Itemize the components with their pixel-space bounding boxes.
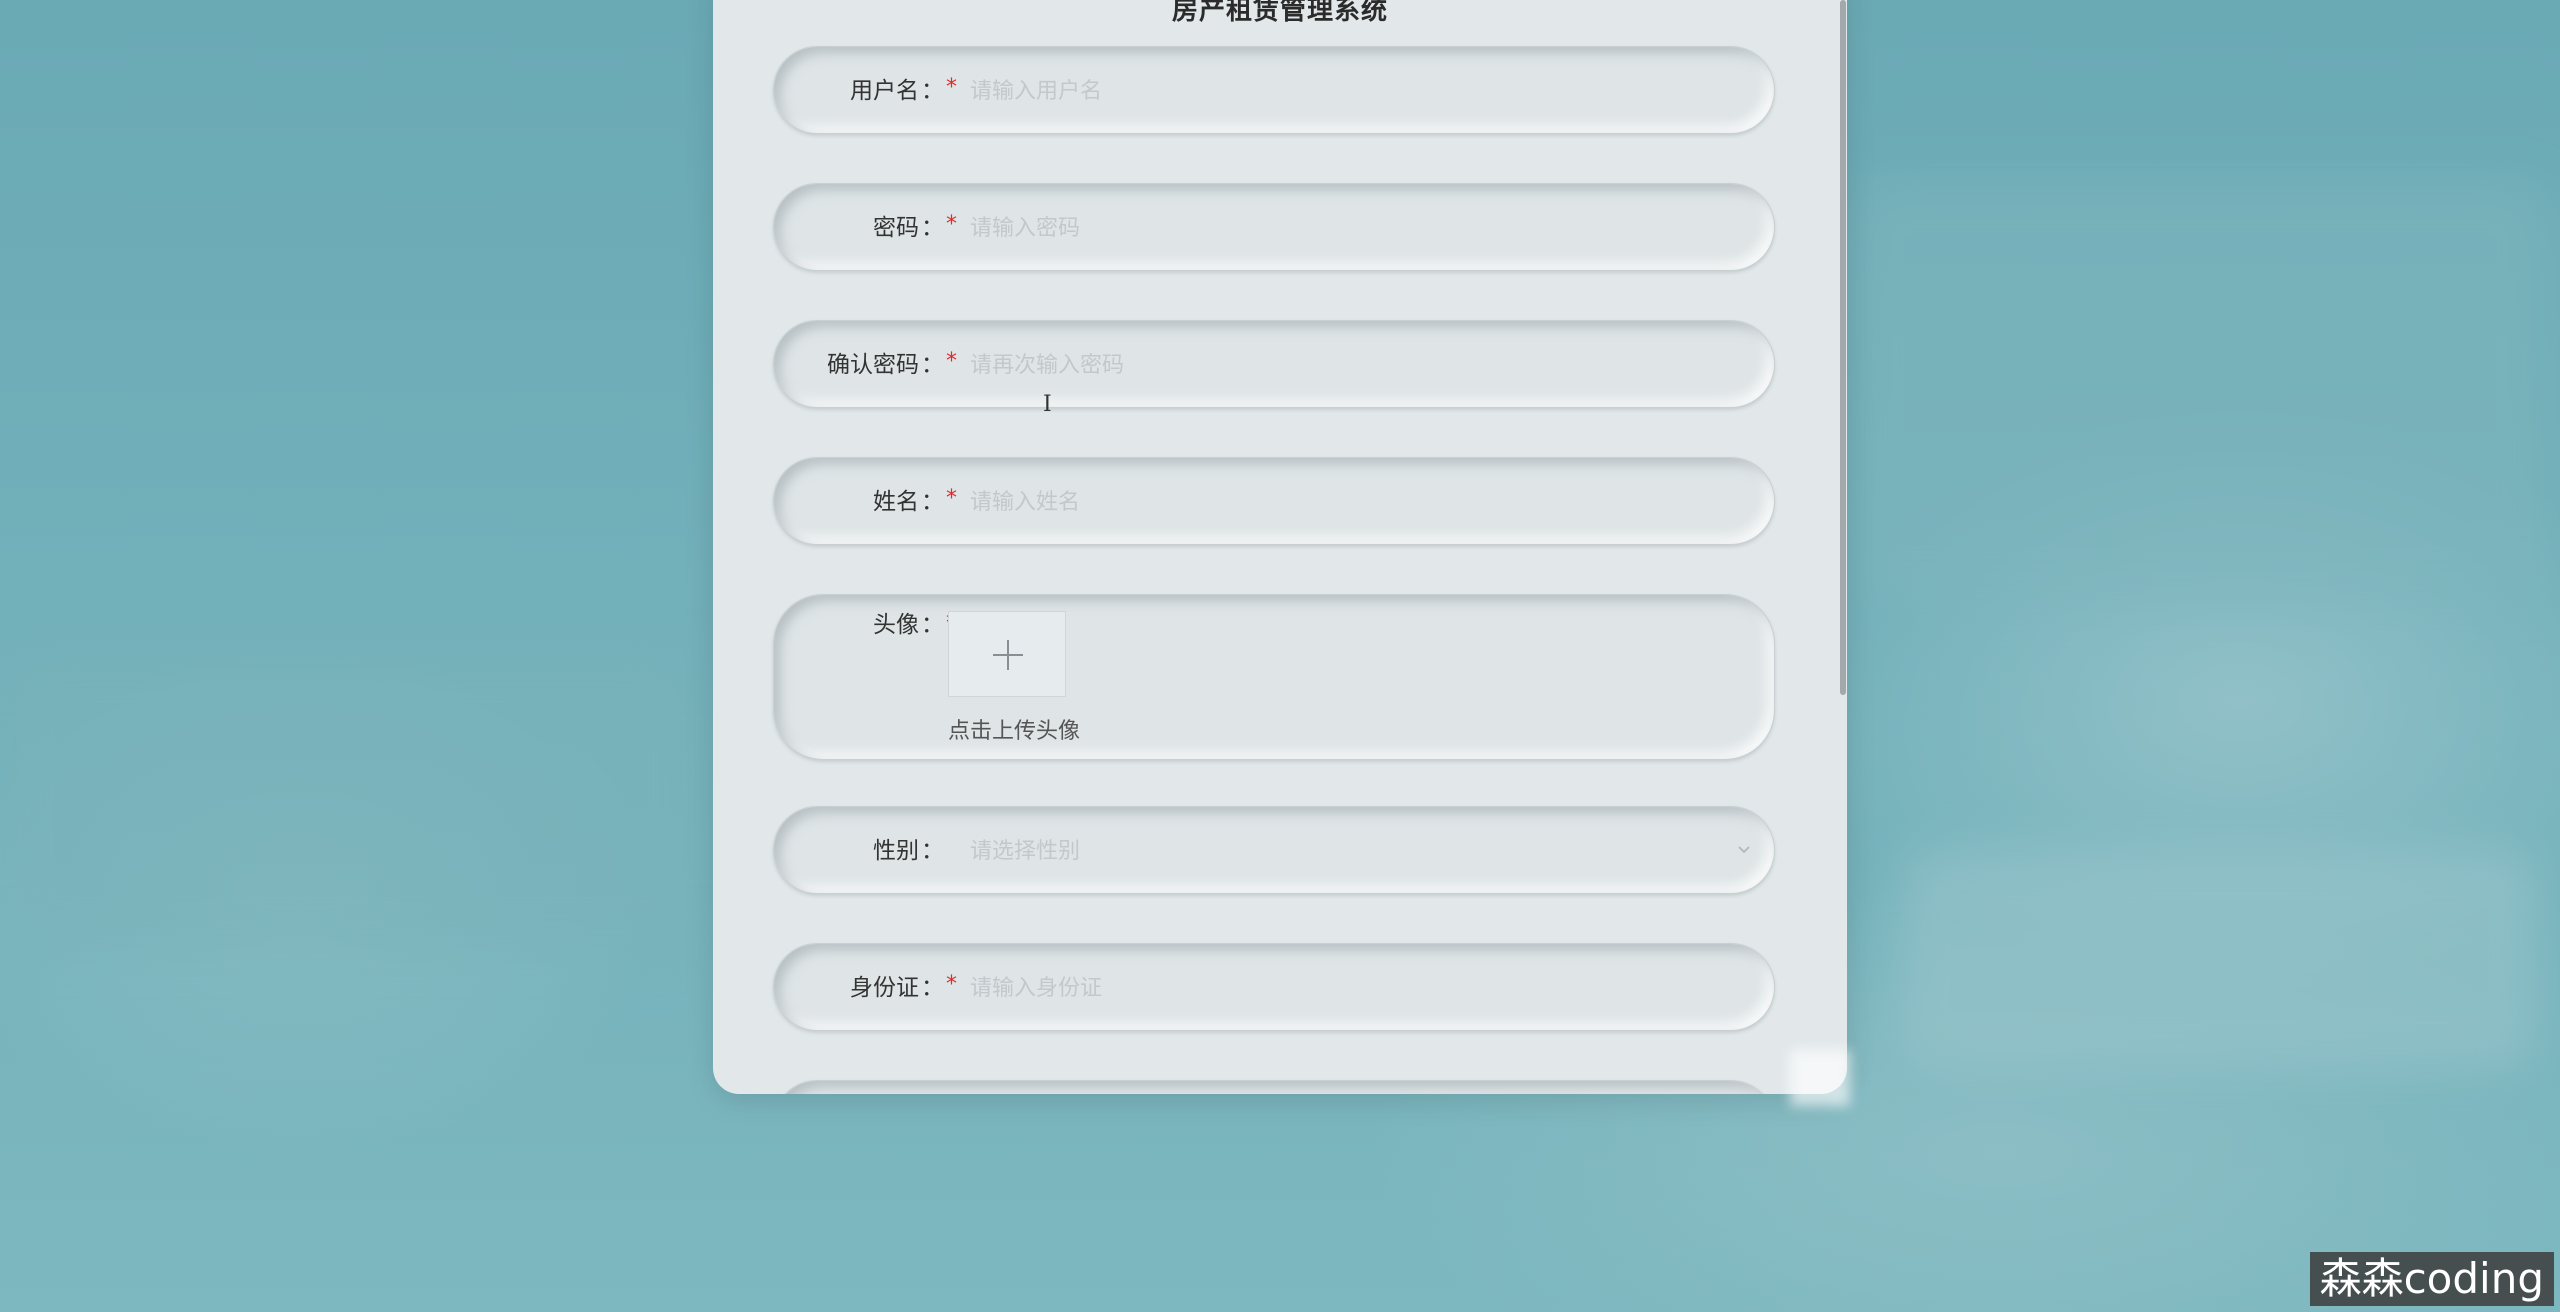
next-form-item xyxy=(773,1080,1775,1094)
username-form-item: 用户名： * xyxy=(773,46,1775,134)
name-label: 姓名： xyxy=(873,489,944,515)
avatar-upload-hint: 点击上传头像 xyxy=(948,719,1081,744)
required-mark: * xyxy=(946,349,957,374)
avatar-label: 头像： xyxy=(873,612,944,638)
required-mark: * xyxy=(946,972,957,997)
username-input[interactable] xyxy=(970,69,1734,113)
required-mark: * xyxy=(946,212,957,237)
vertical-scrollbar[interactable] xyxy=(1840,0,1846,695)
password-input[interactable] xyxy=(970,206,1734,250)
id-card-label: 身份证： xyxy=(850,975,944,1001)
gender-label: 性别： xyxy=(873,838,944,864)
required-mark: * xyxy=(946,486,957,511)
plus-icon xyxy=(1007,640,1009,670)
background-highlight xyxy=(1790,1050,1850,1106)
confirm-password-label: 确认密码： xyxy=(827,352,944,378)
text-cursor-icon: I xyxy=(1043,392,1052,417)
confirm-password-input[interactable] xyxy=(970,343,1734,387)
name-form-item: 姓名： * xyxy=(773,457,1775,545)
register-form-panel: 房产租赁管理系统 用户名： * 密码： * 确认密码： * 姓名： * 头像： … xyxy=(713,0,1847,1094)
id-card-form-item: 身份证： * xyxy=(773,943,1775,1031)
page-title: 房产租赁管理系统 xyxy=(1171,0,1388,26)
background-blur-shape xyxy=(1900,850,2540,1070)
gender-select[interactable] xyxy=(970,829,1734,873)
name-input[interactable] xyxy=(970,480,1734,524)
password-form-item: 密码： * xyxy=(773,183,1775,271)
confirm-password-form-item: 确认密码： * xyxy=(773,320,1775,408)
id-card-input[interactable] xyxy=(970,966,1734,1010)
username-label: 用户名： xyxy=(850,78,944,104)
background-blur-shape xyxy=(0,650,700,950)
gender-form-item: 性别： xyxy=(773,806,1775,894)
avatar-form-item: 头像： * 点击上传头像 xyxy=(773,594,1775,760)
avatar-upload-button[interactable] xyxy=(948,611,1066,697)
password-label: 密码： xyxy=(873,215,944,241)
watermark: 森森coding xyxy=(2309,1252,2554,1306)
background-blur-shape xyxy=(1850,180,2550,600)
chevron-down-icon[interactable] xyxy=(1738,843,1750,855)
required-mark: * xyxy=(946,75,957,100)
